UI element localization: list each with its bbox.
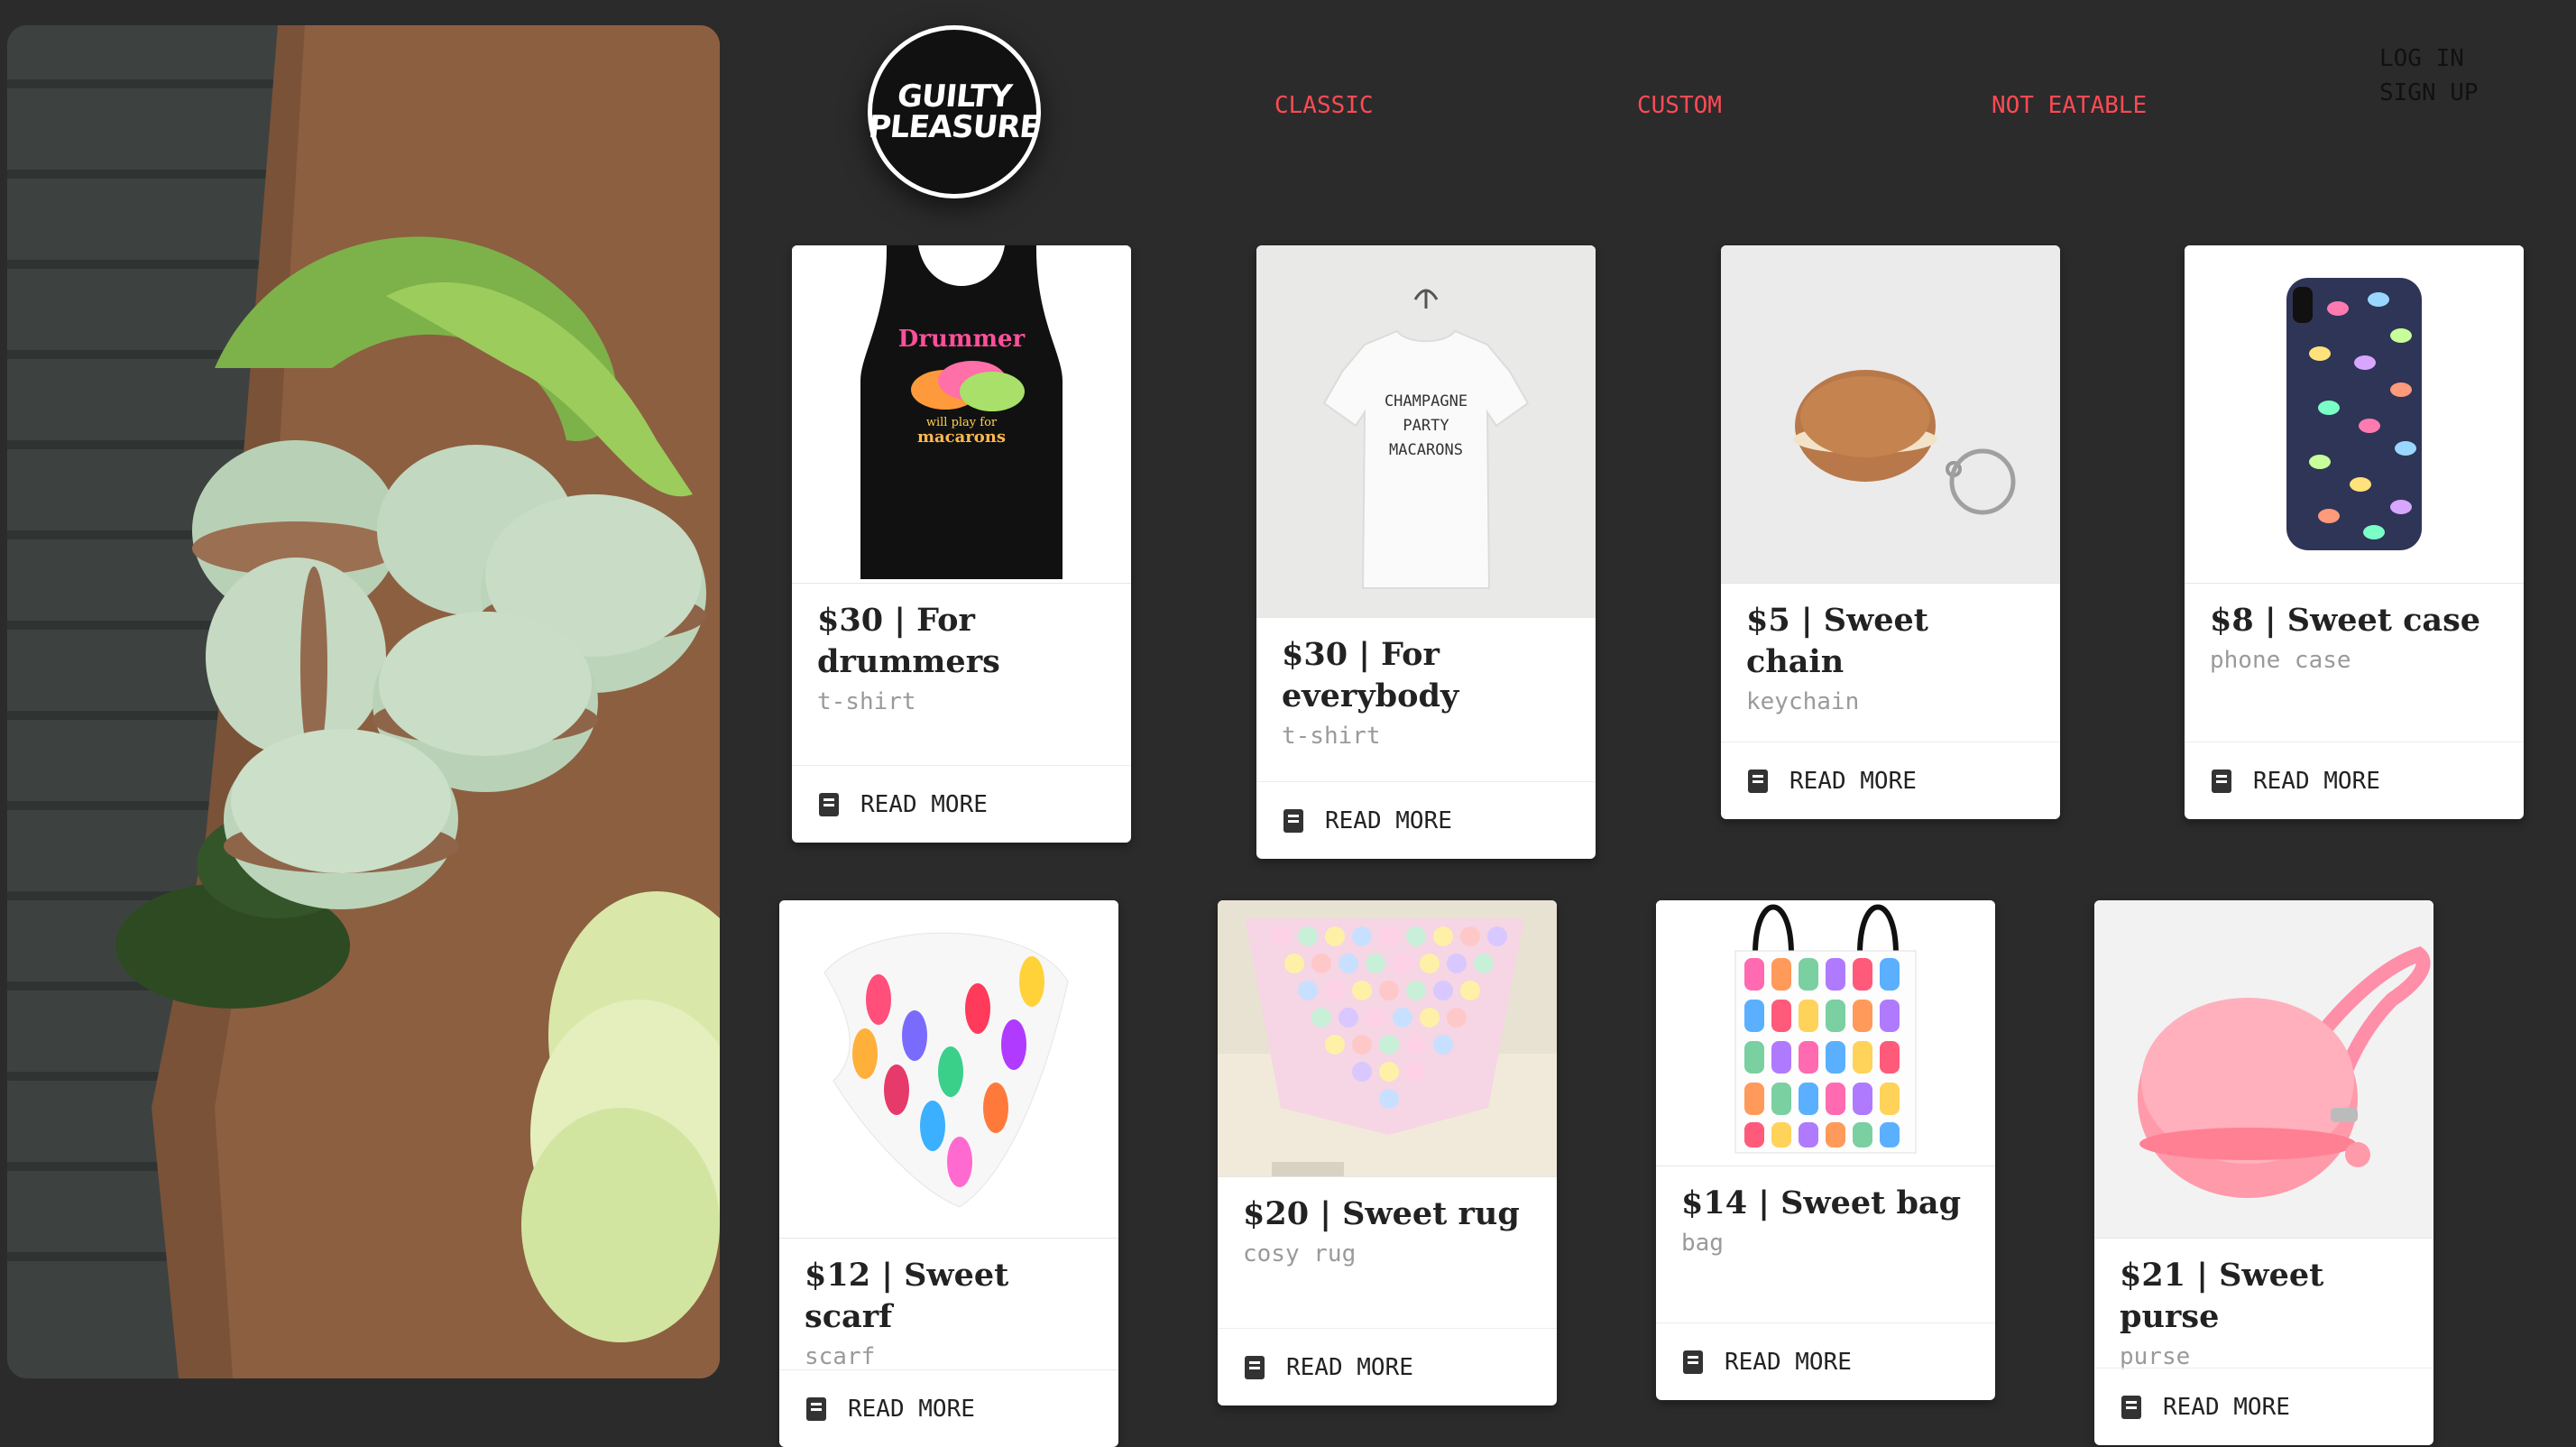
book-icon — [1683, 1350, 1703, 1374]
svg-text:CHAMPAGNE: CHAMPAGNE — [1385, 392, 1467, 410]
product-card-scarf[interactable]: $12 | Sweet scarf scarf READ MORE — [779, 900, 1118, 1447]
product-title: $30 | For drummers — [817, 602, 1000, 680]
product-title: $14 | Sweet bag — [1681, 1184, 1962, 1221]
book-icon — [2212, 769, 2231, 793]
read-more-button[interactable]: READ MORE — [2094, 1368, 2433, 1445]
product-title: $12 | Sweet scarf — [805, 1257, 1009, 1335]
keychain-image — [1721, 245, 2060, 584]
read-more-button[interactable]: READ MORE — [2185, 742, 2524, 819]
read-more-button[interactable]: READ MORE — [1256, 781, 1596, 859]
product-title: $21 | Sweet purse — [2120, 1257, 2324, 1335]
product-category: t-shirt — [817, 688, 916, 715]
read-more-label: READ MORE — [2163, 1393, 2290, 1421]
nav-classic[interactable]: CLASSIC — [1274, 92, 1374, 119]
read-more-button[interactable]: READ MORE — [1721, 742, 2060, 819]
nav-not-eatable[interactable]: NOT EATABLE — [1992, 92, 2147, 119]
purse-image — [2094, 900, 2433, 1239]
product-title: $30 | For everybody — [1282, 636, 1459, 714]
read-more-label: READ MORE — [1325, 806, 1452, 834]
read-more-button[interactable]: READ MORE — [792, 765, 1131, 843]
read-more-button[interactable]: READ MORE — [1218, 1328, 1557, 1406]
hero-macarons-image — [7, 25, 720, 1378]
read-more-label: READ MORE — [848, 1395, 975, 1423]
product-card-rug[interactable]: $20 | Sweet rug cosy rug READ MORE — [1218, 900, 1557, 1406]
product-category: t-shirt — [1282, 723, 1381, 750]
book-icon — [1748, 769, 1768, 793]
read-more-label: READ MORE — [1286, 1353, 1413, 1381]
product-card-bag[interactable]: $14 | Sweet bag bag READ MORE — [1656, 900, 1995, 1400]
product-title: $8 | Sweet case — [2210, 602, 2481, 639]
product-category: phone case — [2210, 647, 2351, 674]
book-icon — [1283, 808, 1303, 833]
read-more-label: READ MORE — [860, 790, 988, 818]
product-category: keychain — [1746, 688, 1860, 715]
logo-line1: GUILTY — [895, 78, 1014, 115]
svg-text:macarons: macarons — [917, 428, 1006, 447]
product-title: $5 | Sweet chain — [1746, 602, 1928, 680]
auth-links: LOG IN SIGN UP — [2379, 41, 2479, 110]
rug-image — [1218, 900, 1557, 1177]
product-card-everybody[interactable]: CHAMPAGNE PARTY MACARONS $30 | For every… — [1256, 245, 1596, 859]
signup-link[interactable]: SIGN UP — [2379, 76, 2479, 110]
book-icon — [819, 792, 839, 816]
svg-text:PARTY: PARTY — [1403, 417, 1449, 435]
product-card-purse[interactable]: $21 | Sweet purse purse READ MORE — [2094, 900, 2433, 1445]
product-title: $20 | Sweet rug — [1243, 1195, 1520, 1232]
product-category: cosy rug — [1243, 1240, 1357, 1267]
scarf-image — [779, 900, 1118, 1239]
read-more-label: READ MORE — [1789, 767, 1917, 795]
read-more-button[interactable]: READ MORE — [1656, 1323, 1995, 1400]
tank-top-image: Drummer will play for macarons — [792, 245, 1131, 584]
tshirt-image: CHAMPAGNE PARTY MACARONS — [1256, 245, 1596, 618]
book-icon — [1245, 1355, 1265, 1379]
product-card-case[interactable]: $8 | Sweet case phone case READ MORE — [2185, 245, 2524, 819]
login-link[interactable]: LOG IN — [2379, 41, 2479, 76]
nav-custom[interactable]: CUSTOM — [1637, 92, 1722, 119]
svg-text:Drummer: Drummer — [898, 326, 1026, 353]
book-icon — [806, 1396, 826, 1421]
read-more-button[interactable]: READ MORE — [779, 1369, 1118, 1447]
product-category: scarf — [805, 1343, 876, 1370]
product-category: bag — [1681, 1230, 1724, 1257]
read-more-label: READ MORE — [2253, 767, 2380, 795]
product-card-drummers[interactable]: Drummer will play for macarons $30 | For… — [792, 245, 1131, 843]
read-more-label: READ MORE — [1725, 1348, 1852, 1376]
guilty-pleasure-logo[interactable]: GUILTY PLEASURE — [867, 25, 1042, 198]
phone-case-image — [2185, 245, 2524, 584]
svg-text:MACARONS: MACARONS — [1389, 441, 1463, 459]
product-card-chain[interactable]: $5 | Sweet chain keychain READ MORE — [1721, 245, 2060, 819]
book-icon — [2121, 1395, 2141, 1419]
logo-line2: PLEASURE — [867, 109, 1042, 145]
bag-image — [1656, 900, 1995, 1166]
product-category: purse — [2120, 1343, 2191, 1370]
